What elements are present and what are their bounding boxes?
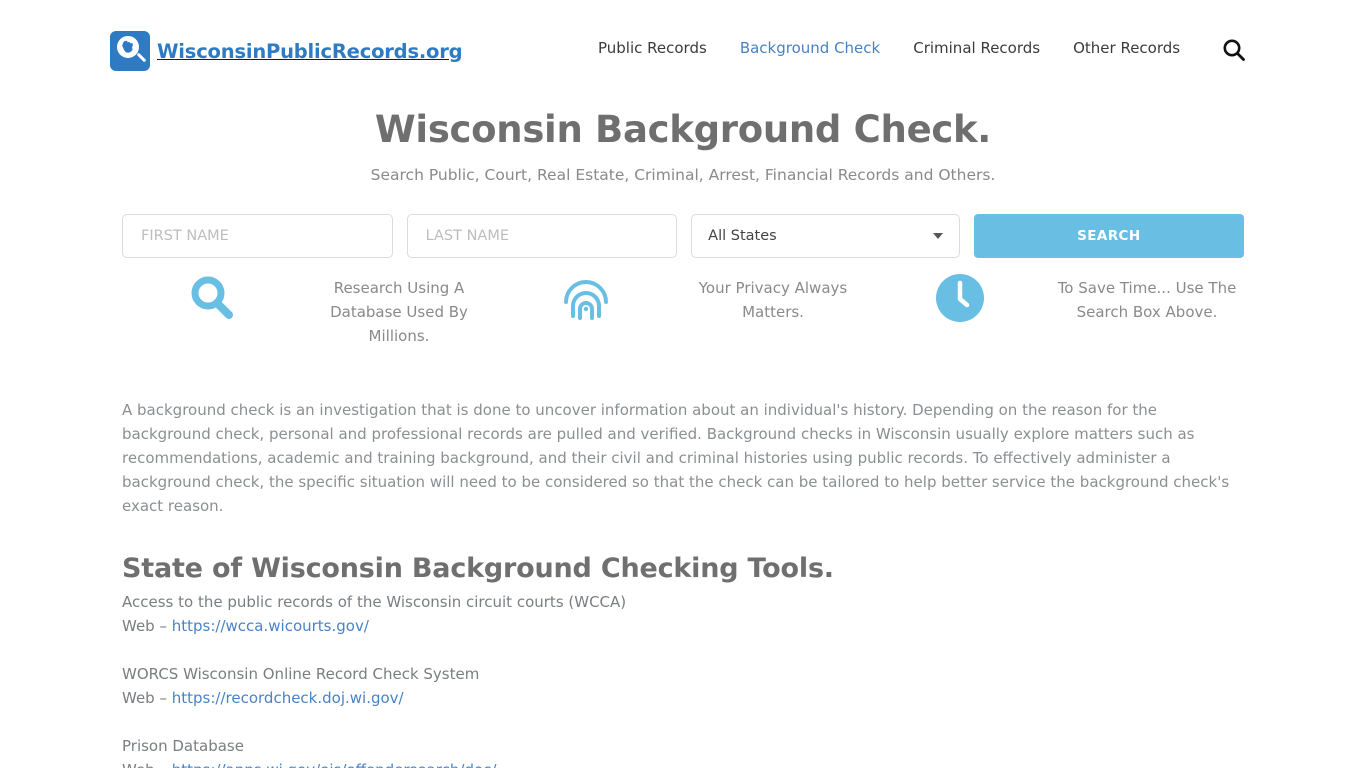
fingerprint-icon <box>496 270 676 324</box>
first-name-field[interactable] <box>122 214 393 258</box>
tool-name: Access to the public records of the Wisc… <box>122 593 627 611</box>
chevron-down-icon <box>932 233 943 239</box>
tool-name: Prison Database <box>122 737 244 755</box>
tool-item-wcca: Access to the public records of the Wisc… <box>122 590 1232 638</box>
web-label: Web – <box>122 689 167 707</box>
nav-item-other-records[interactable]: Other Records <box>1073 39 1213 57</box>
feature-item-label: Your Privacy Always Matters. <box>698 279 848 321</box>
feature-item-research: Research Using A Database Used By Millio… <box>122 270 496 350</box>
records-search-form: All States SEARCH <box>122 214 1244 258</box>
tool-link[interactable]: https://apps.wi.gov/ois/offendersearch/d… <box>172 761 497 768</box>
site-logo-link[interactable]: WisconsinPublicRecords.org <box>110 31 463 71</box>
feature-item-label: To Save Time... Use The Search Box Above… <box>1057 279 1237 321</box>
magnifier-wisconsin-logo-icon <box>110 31 150 71</box>
page-root: WisconsinPublicRecords.org Public Record… <box>0 0 1366 768</box>
nav-item-criminal-records[interactable]: Criminal Records <box>913 39 1073 57</box>
tool-item-prison-database: Prison Database Web – https://apps.wi.go… <box>122 734 1232 768</box>
nav-item-background-check[interactable]: Background Check <box>740 39 913 57</box>
state-select-value: All States <box>708 228 777 244</box>
tool-link[interactable]: https://recordcheck.doj.wi.gov/ <box>172 689 404 707</box>
wisconsin-state-shape-icon <box>122 40 133 53</box>
main-navigation: Public Records Background Check Criminal… <box>598 39 1213 57</box>
feature-item-save-time: To Save Time... Use The Search Box Above… <box>870 270 1244 350</box>
intro-paragraph: A background check is an investigation t… <box>122 401 1230 515</box>
tool-item-worcs: WORCS Wisconsin Online Record Check Syst… <box>122 662 1232 710</box>
tool-link[interactable]: https://wcca.wicourts.gov/ <box>172 617 369 635</box>
last-name-field[interactable] <box>406 214 678 258</box>
feature-highlights: Research Using A Database Used By Millio… <box>122 270 1244 350</box>
first-name-input[interactable] <box>139 227 376 245</box>
site-brand-name: WisconsinPublicRecords.org <box>157 39 463 63</box>
search-submit-button[interactable]: SEARCH <box>973 214 1244 258</box>
background-checking-tools-list: Access to the public records of the Wisc… <box>122 590 1232 768</box>
section-heading: State of Wisconsin Background Checking T… <box>122 553 834 585</box>
state-select[interactable]: All States <box>691 214 960 258</box>
tool-name: WORCS Wisconsin Online Record Check Syst… <box>122 665 480 683</box>
site-header: WisconsinPublicRecords.org Public Record… <box>0 0 1366 100</box>
web-label: Web – <box>122 617 167 635</box>
last-name-input[interactable] <box>423 227 661 245</box>
magnifier-icon <box>122 270 302 324</box>
page-title: Wisconsin Background Check. <box>374 108 992 151</box>
page-subtitle: Search Public, Court, Real Estate, Crimi… <box>370 166 996 184</box>
feature-item-privacy: Your Privacy Always Matters. <box>496 270 870 350</box>
clock-icon <box>870 270 1050 324</box>
feature-item-label: Research Using A Database Used By Millio… <box>330 279 468 345</box>
search-icon[interactable] <box>1221 37 1247 63</box>
nav-item-public-records[interactable]: Public Records <box>598 39 740 57</box>
web-label: Web – <box>122 761 167 768</box>
